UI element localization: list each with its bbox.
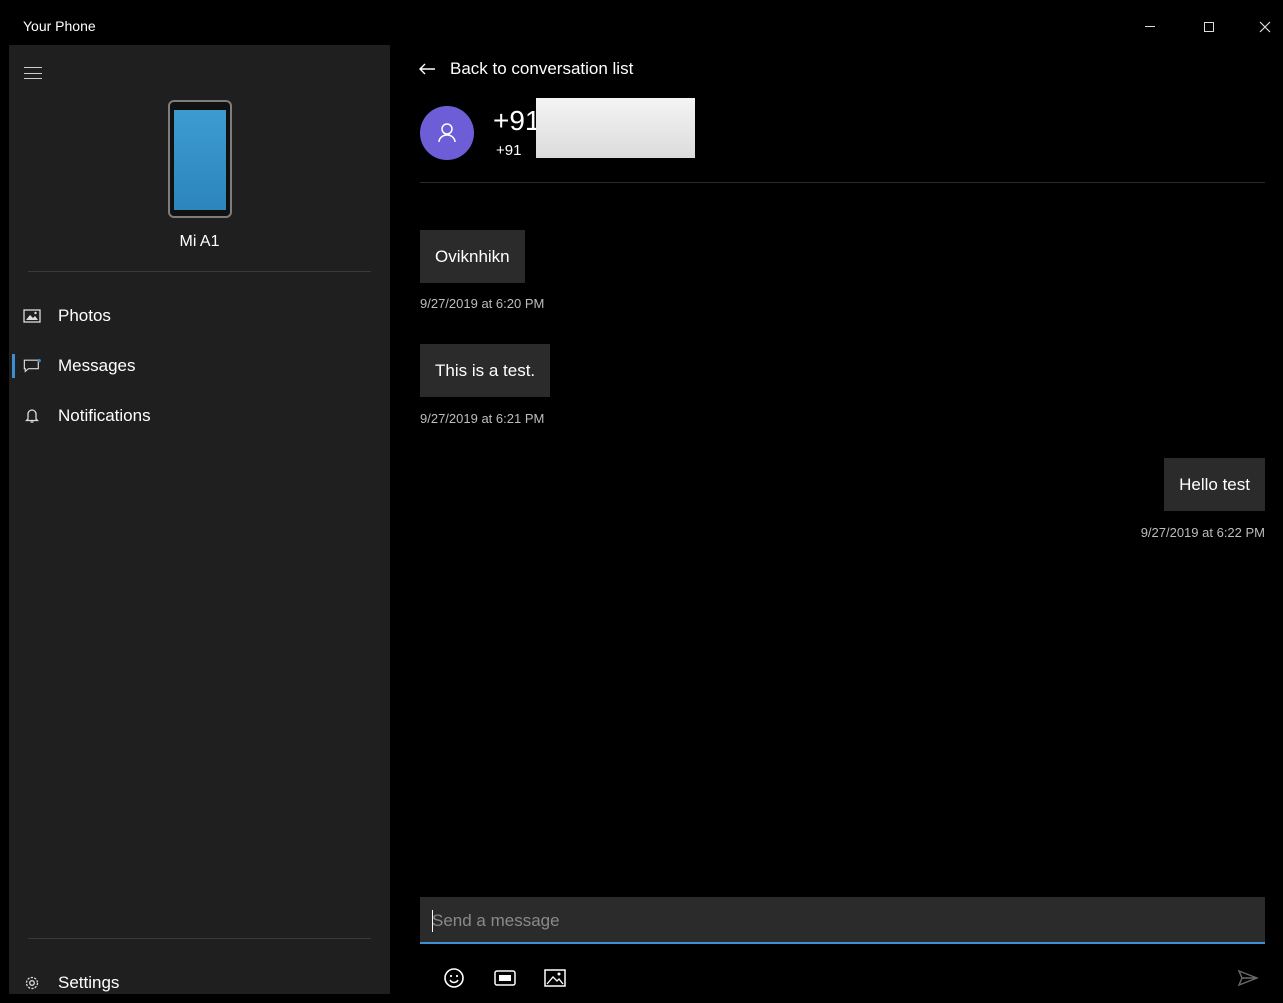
sidebar-item-label: Settings [58,973,120,992]
maximize-button[interactable] [1181,8,1236,45]
active-indicator [12,354,15,378]
close-icon [1259,21,1270,32]
person-icon [438,123,456,143]
message-bubble-sent: Hello test [1164,458,1265,511]
message-timestamp: 9/27/2019 at 6:22 PM [1140,525,1265,540]
sidebar-item-label: Photos [58,306,111,325]
title-bar: Your Phone [9,8,1283,45]
image-icon [544,969,566,987]
hamburger-menu-icon[interactable] [24,67,42,79]
emoji-icon [444,968,464,988]
your-phone-window: Your Phone Mi A1 Photos Messages Notific… [9,8,1283,994]
emoji-button[interactable] [441,965,467,991]
photos-icon [23,307,41,325]
send-button[interactable] [1235,965,1261,991]
back-to-conversation-list[interactable]: Back to conversation list [418,59,633,79]
contact-number: +91 [496,142,522,159]
messages-icon [23,357,41,375]
close-button[interactable] [1237,8,1283,45]
conversation-pane: Back to conversation list +91 +91 Oviknh… [390,45,1283,994]
sidebar-item-notifications[interactable]: Notifications [9,396,390,436]
back-label: Back to conversation list [450,59,634,78]
maximize-icon [1203,21,1214,32]
send-icon [1237,969,1259,987]
device-name: Mi A1 [179,233,220,250]
message-bubble-received: Oviknhikn [420,230,525,283]
header-divider [420,182,1265,183]
sidebar-divider [28,271,371,272]
text-caret [432,910,433,932]
sidebar: Mi A1 Photos Messages Notifications Sett… [9,45,390,994]
message-timestamp: 9/27/2019 at 6:21 PM [420,411,545,426]
gear-icon [23,974,41,992]
sidebar-item-settings[interactable]: Settings [9,963,390,1003]
app-title: Your Phone [23,18,96,34]
message-input[interactable] [432,909,1252,933]
sidebar-item-messages[interactable]: Messages [9,346,390,386]
contact-name: +91 [493,105,541,136]
message-composer [420,897,1265,944]
image-button[interactable] [542,965,568,991]
message-bubble-received: This is a test. [420,344,551,397]
sidebar-bottom-divider [28,938,371,939]
bell-icon [23,407,41,425]
contact-avatar [420,106,474,160]
gif-button[interactable] [492,965,518,991]
minimize-icon [1144,26,1155,27]
gif-icon [494,970,516,986]
sidebar-item-photos[interactable]: Photos [9,296,390,336]
message-timestamp: 9/27/2019 at 6:20 PM [420,296,545,311]
back-arrow-icon [419,63,435,75]
phone-image [168,100,232,218]
redaction-overlay [536,98,695,158]
sidebar-item-label: Notifications [58,406,151,425]
minimize-button[interactable] [1122,8,1177,45]
sidebar-item-label: Messages [58,356,136,375]
phone-screen [174,110,226,210]
